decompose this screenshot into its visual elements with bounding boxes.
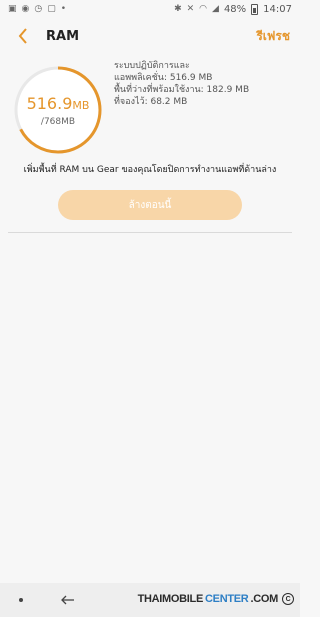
recents-button[interactable] bbox=[14, 591, 28, 609]
chevron-left-icon bbox=[18, 28, 27, 44]
detail-reserved: ที่จองไว้: 68.2 MB bbox=[114, 97, 188, 107]
status-right: ✱ ✕ ◠ ◢ 48% 14:07 bbox=[174, 3, 292, 15]
back-button[interactable] bbox=[12, 24, 34, 48]
battery-percent: 48% bbox=[223, 3, 247, 15]
ram-used-value: 516.9 bbox=[26, 93, 73, 113]
status-bar: ▣ ◉ ◷ ▢ • ✱ ✕ ◠ ◢ 48% 14:07 bbox=[0, 0, 300, 18]
clock-notification-icon: ◷ bbox=[34, 3, 43, 14]
shopping-notification-icon: ▢ bbox=[47, 3, 56, 14]
copyright-icon: C bbox=[282, 593, 294, 605]
signal-icon: ◢ bbox=[212, 3, 219, 14]
arrow-left-icon bbox=[61, 595, 74, 605]
page-title: RAM bbox=[46, 28, 80, 44]
watermark: THAIMOBILE CENTER .COM C bbox=[138, 593, 294, 605]
clean-now-button[interactable]: ล้างตอนนี้ bbox=[58, 190, 242, 220]
bluetooth-icon: ✱ bbox=[174, 3, 182, 14]
gallery-notification-icon: ▣ bbox=[8, 3, 17, 14]
app-bar: RAM รีเฟรช bbox=[0, 22, 300, 50]
more-notifications-icon: • bbox=[60, 3, 67, 14]
detail-os-apps-value: แอพพลิเคชั่น: 516.9 MB bbox=[114, 73, 213, 83]
navigation-bar: THAIMOBILE CENTER .COM C bbox=[0, 583, 300, 617]
free-ram-message: เพิ่มพื้นที่ RAM บน Gear ของคุณโดยปิดการ… bbox=[23, 165, 277, 175]
ram-total: /768MB bbox=[40, 116, 76, 127]
messenger-notification-icon: ◉ bbox=[21, 3, 30, 14]
refresh-button[interactable]: รีเฟรช bbox=[256, 27, 290, 46]
watermark-part3: .COM bbox=[250, 593, 278, 605]
ring-text: 516.9MB /768MB bbox=[12, 64, 104, 156]
watermark-part2: CENTER bbox=[205, 593, 249, 605]
ram-used-unit: MB bbox=[72, 98, 90, 112]
ram-usage-ring: 516.9MB /768MB bbox=[12, 64, 104, 156]
status-time: 14:07 bbox=[263, 3, 292, 15]
nav-back-button[interactable] bbox=[58, 591, 78, 609]
status-left: ▣ ◉ ◷ ▢ • bbox=[8, 3, 67, 14]
wifi-icon: ◠ bbox=[199, 3, 208, 14]
ram-details: ระบบปฏิบัติการและ แอพพลิเคชั่น: 516.9 MB… bbox=[114, 60, 249, 108]
mute-icon: ✕ bbox=[186, 3, 195, 14]
battery-icon bbox=[251, 3, 259, 15]
divider bbox=[8, 232, 292, 233]
watermark-part1: THAIMOBILE bbox=[137, 593, 204, 605]
detail-os-apps-label: ระบบปฏิบัติการและ bbox=[114, 61, 190, 71]
detail-available: พื้นที่ว่างที่พร้อมใช้งาน: 182.9 MB bbox=[114, 85, 250, 95]
ram-used-line: 516.9MB bbox=[27, 94, 90, 113]
dot-icon bbox=[19, 598, 23, 602]
